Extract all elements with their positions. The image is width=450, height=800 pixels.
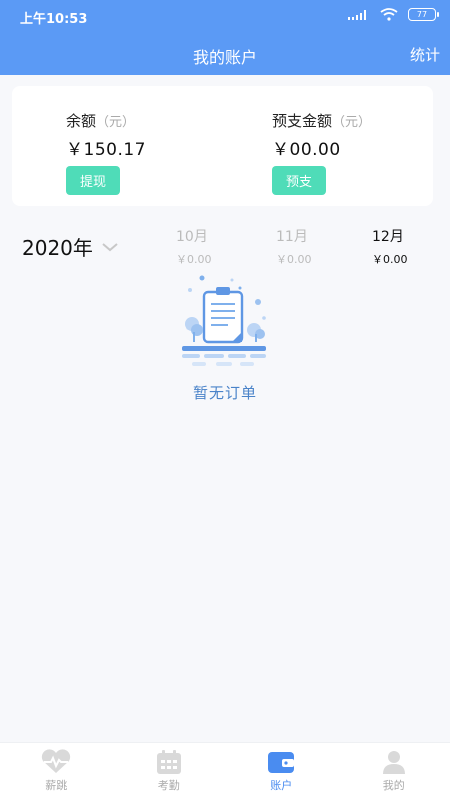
- month-tab-12[interactable]: 12月 ￥0.00: [372, 226, 450, 267]
- month-tab-11[interactable]: 11月 ￥0.00: [276, 226, 356, 267]
- calendar-icon: [156, 750, 181, 774]
- wallet-icon: [268, 752, 295, 773]
- heart-pulse-icon: [42, 749, 71, 773]
- header: 上午10:53 77 我的账户 统计: [0, 0, 450, 75]
- balance-unit: （元）: [96, 115, 136, 130]
- balance-section: 余额（元） ￥150.17 提现: [66, 110, 146, 195]
- empty-clipboard-icon: [182, 275, 266, 366]
- advance-section: 预支金额（元） ￥00.00 预支: [272, 110, 371, 195]
- tab-zhanghu[interactable]: 账户: [236, 743, 326, 800]
- chevron-down-icon: [102, 242, 118, 251]
- person-icon: [382, 751, 405, 774]
- month-name: 10月: [176, 229, 208, 245]
- month-tab-10[interactable]: 10月 ￥0.00: [176, 226, 256, 267]
- year-selector[interactable]: 2020年: [22, 232, 119, 261]
- month-amount: ￥0.00: [276, 253, 312, 266]
- battery-icon: 77: [408, 8, 439, 21]
- advance-label: 预支金额: [272, 112, 333, 130]
- tab-wode[interactable]: 我的: [349, 743, 439, 800]
- year-label: 2020年: [22, 236, 93, 260]
- advance-button[interactable]: 预支: [272, 166, 327, 195]
- month-amount: ￥0.00: [176, 253, 212, 266]
- wifi-icon: [380, 8, 398, 21]
- page-title: 我的账户: [192, 48, 257, 67]
- balance-label: 余额: [66, 112, 97, 130]
- tab-label: 我的: [382, 779, 405, 792]
- bottom-tab-bar: 薪跳 考勤 账户 我的: [0, 742, 450, 800]
- signal-icon: [348, 9, 366, 20]
- withdraw-button[interactable]: 提现: [66, 166, 121, 195]
- battery-level: 77: [416, 10, 428, 19]
- tab-xintiao[interactable]: 薪跳: [11, 743, 101, 800]
- month-amount: ￥0.00: [372, 253, 408, 266]
- month-name: 11月: [276, 229, 308, 245]
- tab-label: 薪跳: [45, 779, 68, 792]
- status-bar: 上午10:53 77: [0, 0, 450, 30]
- empty-state-text: 暂无订单: [192, 384, 257, 402]
- balance-card: 余额（元） ￥150.17 提现 预支金额（元） ￥00.00 预支: [12, 86, 433, 206]
- tab-label: 账户: [270, 779, 293, 792]
- balance-value: ￥150.17: [66, 140, 146, 160]
- status-icons: 77: [348, 8, 439, 21]
- tab-kaoqin[interactable]: 考勤: [124, 743, 214, 800]
- tab-label: 考勤: [157, 779, 180, 792]
- month-name: 12月: [372, 229, 404, 245]
- status-time: 上午10:53: [20, 12, 88, 27]
- statistics-button[interactable]: 统计: [410, 44, 440, 65]
- advance-unit: （元）: [332, 115, 372, 130]
- advance-value: ￥00.00: [272, 140, 341, 160]
